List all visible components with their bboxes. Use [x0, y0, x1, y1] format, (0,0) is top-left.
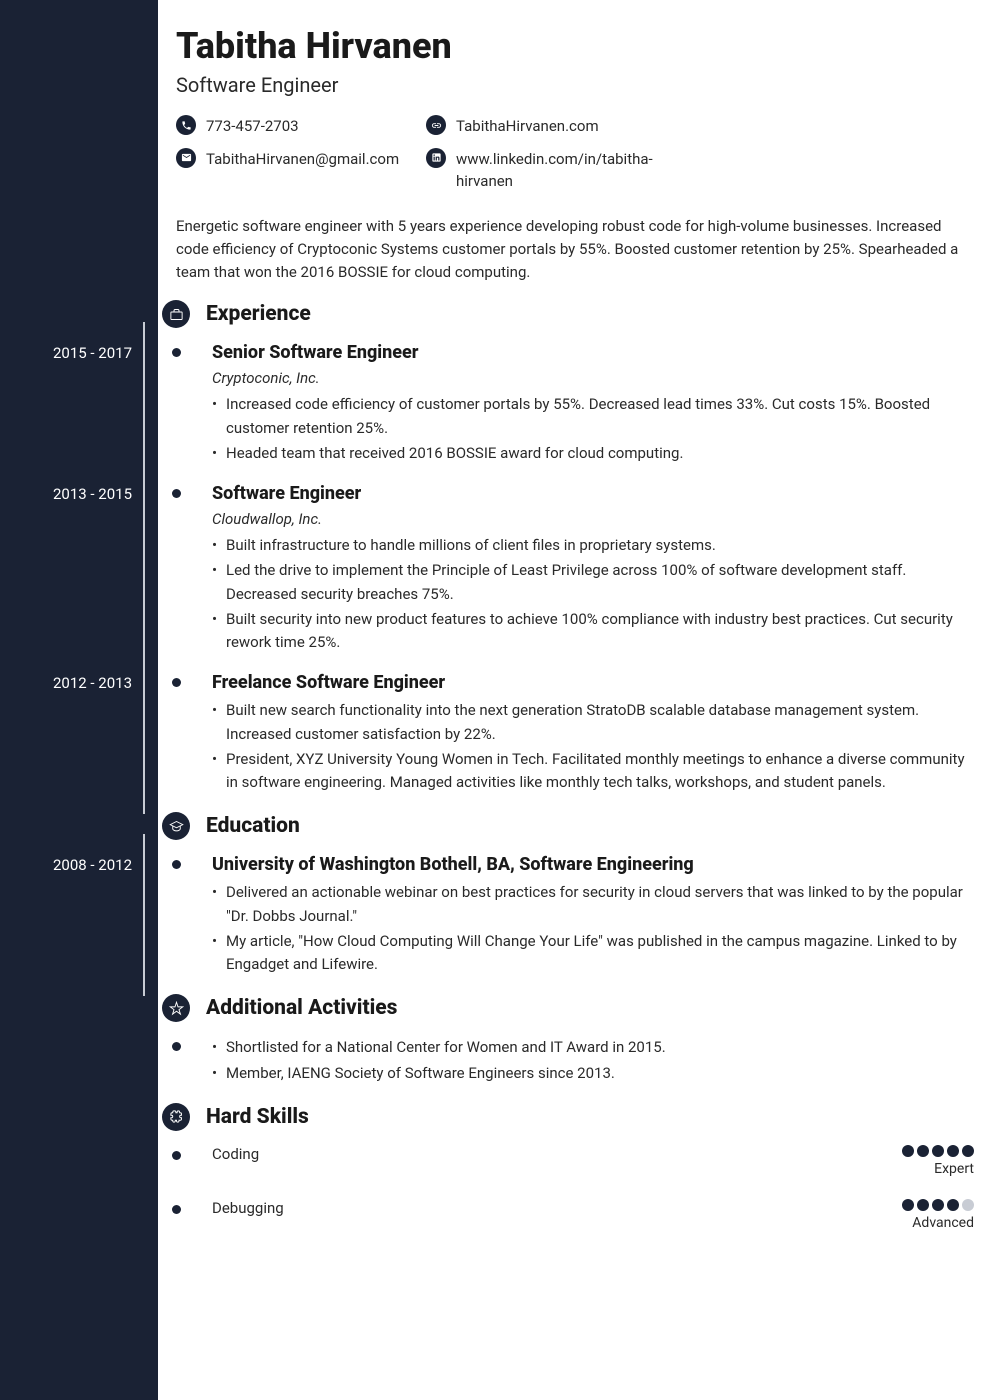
linkedin-text: www.linkedin.com/in/tabitha-hirvanen [456, 148, 656, 193]
experience-item: 2012 - 2013Freelance Software EngineerBu… [176, 672, 974, 794]
person-name: Tabitha Hirvanen [176, 25, 974, 67]
phone-icon [176, 115, 196, 135]
contact-email: TabithaHirvanen@gmail.com [176, 148, 426, 193]
link-icon [426, 115, 446, 135]
skill-row: Coding Expert [176, 1145, 974, 1177]
timeline-dot [172, 1151, 181, 1160]
skill-row: Debugging Advanced [176, 1199, 974, 1231]
website-text: TabithaHirvanen.com [456, 115, 599, 138]
experience-title: Experience [206, 302, 311, 326]
contact-linkedin: www.linkedin.com/in/tabitha-hirvanen [426, 148, 974, 193]
date-range: 2013 - 2015 [53, 485, 132, 503]
bullet-item: My article, "How Cloud Computing Will Ch… [212, 930, 974, 977]
puzzle-icon [162, 1103, 190, 1131]
date-range: 2015 - 2017 [53, 344, 132, 362]
skill-rating-dots [902, 1199, 974, 1211]
contact-website: TabithaHirvanen.com [426, 115, 974, 138]
graduation-icon [162, 812, 190, 840]
rating-dot [947, 1145, 959, 1157]
star-icon [162, 994, 190, 1022]
contact-grid: 773-457-2703 TabithaHirvanen.com Tabitha… [176, 115, 974, 193]
job-title: Software Engineer [176, 73, 974, 97]
education-title: Education [206, 814, 300, 838]
activities-title: Additional Activities [206, 996, 397, 1020]
timeline-dot [172, 348, 181, 357]
education-bullets: Delivered an actionable webinar on best … [212, 881, 974, 976]
job-bullets: Built infrastructure to handle millions … [212, 534, 974, 654]
bullet-item: Led the drive to implement the Principle… [212, 559, 974, 606]
sidebar-panel [0, 0, 158, 1400]
contact-phone: 773-457-2703 [176, 115, 426, 138]
education-item: 2008 - 2012University of Washington Both… [176, 854, 974, 976]
rating-dot [962, 1145, 974, 1157]
rating-dot [917, 1145, 929, 1157]
skill-rating-dots [902, 1145, 974, 1157]
skill-name: Coding [212, 1145, 259, 1163]
rating-dot [947, 1199, 959, 1211]
linkedin-icon [426, 148, 446, 168]
email-text: TabithaHirvanen@gmail.com [206, 148, 399, 171]
role-title: Senior Software Engineer [212, 342, 974, 363]
skill-name: Debugging [212, 1199, 284, 1217]
bullet-item: Headed team that received 2016 BOSSIE aw… [212, 442, 974, 465]
skills-title: Hard Skills [206, 1105, 309, 1129]
date-range: 2012 - 2013 [53, 674, 132, 692]
rating-dot [932, 1145, 944, 1157]
bullet-item: Member, IAENG Society of Software Engine… [212, 1062, 974, 1085]
bullet-item: Built new search functionality into the … [212, 699, 974, 746]
activities-bullets: Shortlisted for a National Center for Wo… [212, 1036, 974, 1085]
timeline-dot [172, 860, 181, 869]
bullet-item: Increased code efficiency of customer po… [212, 393, 974, 440]
email-icon [176, 148, 196, 168]
school-name: University of Washington Bothell, BA, So… [212, 854, 974, 875]
timeline-dot [172, 1042, 181, 1051]
education-header: Education [162, 812, 974, 840]
resume-content: Tabitha Hirvanen Software Engineer 773-4… [158, 0, 990, 1400]
experience-header: Experience [162, 300, 974, 328]
rating-dot [902, 1145, 914, 1157]
experience-item: 2015 - 2017Senior Software EngineerCrypt… [176, 342, 974, 465]
bullet-item: Delivered an actionable webinar on best … [212, 881, 974, 928]
timeline-dot [172, 489, 181, 498]
role-title: Software Engineer [212, 483, 974, 504]
company-name: Cryptoconic, Inc. [212, 369, 974, 387]
rating-dot [962, 1199, 974, 1211]
company-name: Cloudwallop, Inc. [212, 510, 974, 528]
bullet-item: Shortlisted for a National Center for Wo… [212, 1036, 974, 1059]
bullet-item: Built infrastructure to handle millions … [212, 534, 974, 557]
skill-level: Advanced [902, 1215, 974, 1231]
job-bullets: Increased code efficiency of customer po… [212, 393, 974, 465]
rating-dot [932, 1199, 944, 1211]
job-bullets: Built new search functionality into the … [212, 699, 974, 794]
briefcase-icon [162, 300, 190, 328]
role-title: Freelance Software Engineer [212, 672, 974, 693]
phone-text: 773-457-2703 [206, 115, 299, 138]
timeline-dot [172, 678, 181, 687]
bullet-item: President, XYZ University Young Women in… [212, 748, 974, 795]
activities-header: Additional Activities [162, 994, 974, 1022]
timeline-dot [172, 1205, 181, 1214]
experience-item: 2013 - 2015Software EngineerCloudwallop,… [176, 483, 974, 654]
rating-dot [917, 1199, 929, 1211]
summary-text: Energetic software engineer with 5 years… [176, 215, 974, 285]
rating-dot [902, 1199, 914, 1211]
bullet-item: Built security into new product features… [212, 608, 974, 655]
activities-item: Shortlisted for a National Center for Wo… [176, 1036, 974, 1085]
skills-header: Hard Skills [162, 1103, 974, 1131]
date-range: 2008 - 2012 [53, 856, 132, 874]
skill-level: Expert [902, 1161, 974, 1177]
